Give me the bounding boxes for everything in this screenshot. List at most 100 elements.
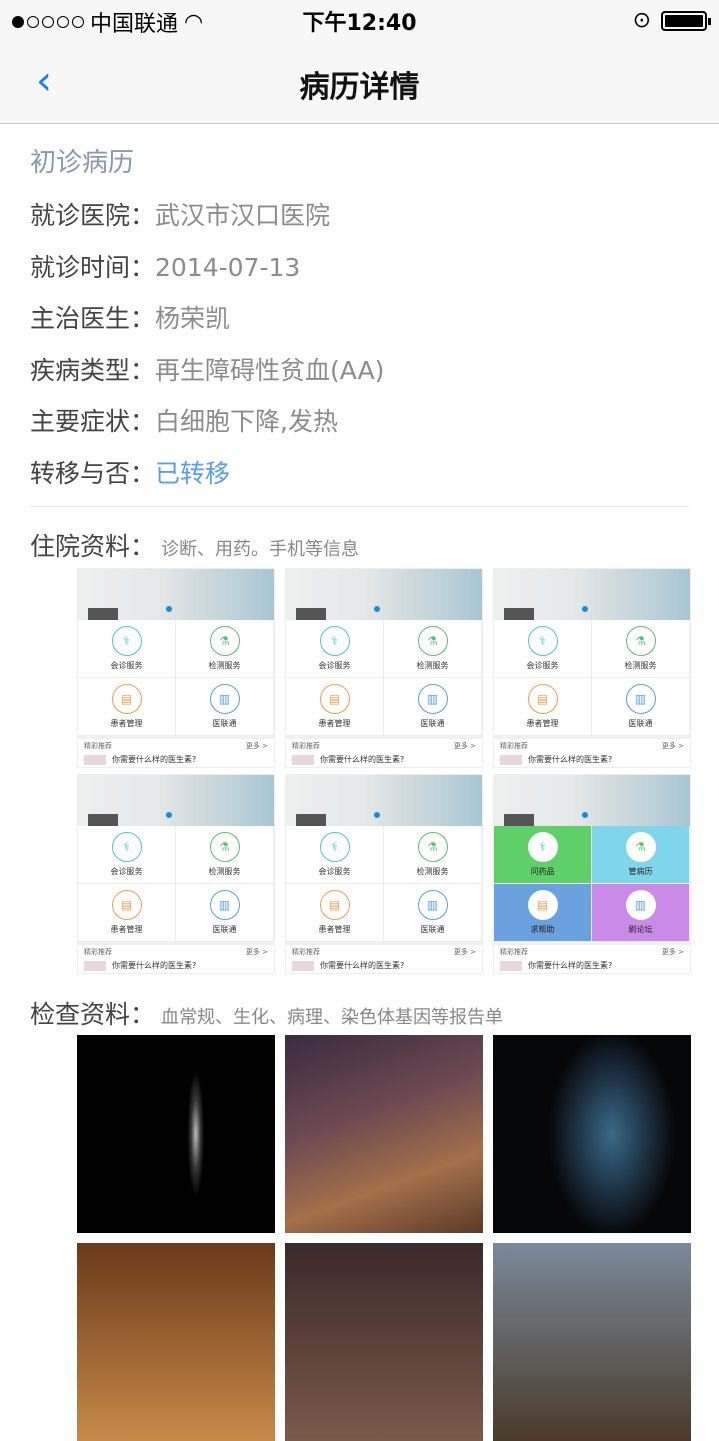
- rec-title: 精彩推荐: [292, 742, 320, 750]
- exam-image[interactable]: [285, 1035, 483, 1233]
- tile-label: 检测服务: [416, 661, 449, 670]
- hospital-image[interactable]: ⚕ 问药品 ⚗ 管病历 ▤ 求帮助 ▥ 刷论坛 精彩推荐 更多 > 你需要什么样的医生素?: [493, 774, 691, 974]
- divider: [30, 506, 689, 507]
- thumb-tile: ▥ 医联通: [176, 884, 274, 942]
- field-label: 主要症状：: [30, 407, 156, 436]
- exam-image[interactable]: [77, 1243, 275, 1441]
- tile-label: 患者管理: [110, 925, 143, 934]
- tile-label: 会诊服务: [318, 867, 351, 876]
- thumb-tile: ▥ 医联通: [176, 678, 274, 736]
- rec-question: 你需要什么样的医生素?: [112, 755, 197, 764]
- tile-label: 患者管理: [526, 719, 559, 728]
- exam-hint: 血常规、生化、病理、染色体基因等报告单: [161, 1007, 504, 1028]
- page-title: 病历详情: [299, 70, 420, 105]
- record-field: 疾病类型：再生障碍性贫血(AA): [30, 351, 384, 387]
- tile-icon: ⚗: [209, 626, 240, 656]
- rotation-lock-icon: ⊙: [632, 8, 651, 33]
- tile-icon: ▤: [527, 890, 558, 920]
- rec-title: 精彩推荐: [84, 948, 112, 956]
- tile-icon: ⚗: [209, 832, 240, 862]
- thumb-tile: ▤ 患者管理: [78, 884, 176, 942]
- tile-icon: ▥: [209, 890, 240, 920]
- rec-question: 你需要什么样的医生素?: [528, 755, 613, 764]
- thumb-tile: ⚕ 会诊服务: [494, 620, 592, 678]
- tile-label: 医联通: [420, 925, 445, 934]
- tile-label: 检测服务: [624, 661, 657, 670]
- field-label: 就诊时间：: [30, 252, 156, 282]
- thumb-tile: ⚕ 会诊服务: [286, 620, 384, 678]
- field-value: 杨荣凯: [155, 304, 231, 333]
- thumb-banner: [78, 775, 274, 826]
- tile-label: 医联通: [628, 719, 653, 728]
- tile-label: 会诊服务: [526, 661, 559, 670]
- rec-thumb: [500, 960, 522, 971]
- tile-label: 会诊服务: [110, 867, 143, 876]
- tile-icon: ⚕: [319, 626, 350, 656]
- tile-label: 医联通: [212, 925, 237, 934]
- clock: 下午12:40: [302, 11, 417, 36]
- tile-icon: ⚕: [111, 832, 142, 862]
- exam-image[interactable]: [77, 1035, 275, 1233]
- tile-label: 患者管理: [318, 925, 351, 934]
- tile-icon: ▥: [625, 684, 656, 714]
- rec-more: 更多 >: [453, 742, 476, 750]
- tile-label: 管病历: [628, 867, 653, 876]
- tile-label: 医联通: [420, 719, 445, 728]
- hospital-image[interactable]: ⚕ 会诊服务 ⚗ 检测服务 ▤ 患者管理 ▥ 医联通精彩推荐 更多 > 你需要什么样的医生素?: [493, 568, 691, 768]
- record-field: 主治医生：杨荣凯: [30, 299, 230, 335]
- rec-more: 更多 >: [661, 948, 684, 956]
- field-value[interactable]: 已转移: [155, 459, 230, 488]
- rec-more: 更多 >: [245, 948, 268, 956]
- thumb-tile: ⚕ 会诊服务: [286, 826, 384, 884]
- hospital-image[interactable]: ⚕ 会诊服务 ⚗ 检测服务 ▤ 患者管理 ▥ 医联通 精彩推荐 更多 > 你需要什么样的医生素?: [285, 568, 483, 768]
- rec-title: 精彩推荐: [292, 948, 320, 956]
- field-value: 白细胞下降,发热: [155, 407, 338, 436]
- hospital-image[interactable]: ⚕ 会诊服务 ⚗ 检测服务 ▤ 患者管理 ▥ 医联通 精彩推荐 更多 > 你需要什么样的医生素?: [77, 774, 275, 974]
- hospital-hint: 诊断、用药。手机等信息: [161, 539, 360, 560]
- exam-label: 检查资料： 血常规、生化、病理、染色体基因等报告单: [30, 995, 503, 1031]
- thumb-tile: ▤ 求帮助: [494, 884, 592, 942]
- thumb-banner: [494, 775, 690, 826]
- field-label: 疾病类型：: [30, 355, 156, 385]
- field-value: 再生障碍性贫血(AA): [155, 355, 385, 385]
- tile-icon: ⚗: [625, 832, 656, 862]
- tile-icon: ⚕: [111, 626, 142, 656]
- section-title: 初诊病历: [30, 148, 135, 178]
- tile-icon: ▥: [209, 684, 240, 714]
- exam-image[interactable]: [493, 1243, 691, 1441]
- tile-label: 会诊服务: [110, 661, 143, 670]
- tile-icon: ▥: [417, 684, 448, 714]
- rec-title: 精彩推荐: [500, 948, 528, 956]
- tile-icon: ⚗: [625, 626, 656, 656]
- record-field: 就诊医院：武汉市汉口医院: [30, 196, 330, 232]
- rec-thumb: [500, 754, 522, 765]
- tile-label: 医联通: [212, 719, 237, 728]
- exam-label-text: 检查资料：: [30, 1000, 156, 1029]
- rec-title: 精彩推荐: [84, 742, 112, 750]
- exam-image[interactable]: [285, 1243, 483, 1441]
- field-label: 转移与否：: [30, 458, 156, 488]
- tile-label: 求帮助: [530, 925, 555, 934]
- rec-thumb: [84, 960, 106, 971]
- tile-label: 检测服务: [208, 661, 241, 670]
- thumb-tile: ⚗ 管病历: [592, 826, 690, 884]
- tile-icon: ▥: [417, 890, 448, 920]
- tile-label: 检测服务: [416, 867, 449, 876]
- thumb-tile: ▤ 患者管理: [78, 678, 176, 736]
- rec-title: 精彩推荐: [500, 742, 528, 750]
- tile-icon: ▤: [527, 684, 558, 714]
- rec-more: 更多 >: [661, 742, 684, 750]
- tile-label: 患者管理: [110, 719, 143, 728]
- tile-icon: ⚕: [527, 626, 558, 656]
- hospital-image[interactable]: ⚕ 会诊服务 ⚗ 检测服务 ▤ 患者管理 ▥ 医联通 精彩推荐 更多 > 你需要什么样的医生素?: [77, 568, 275, 768]
- field-value: 2014-07-13: [155, 252, 301, 282]
- exam-image[interactable]: [493, 1035, 691, 1233]
- thumb-banner: [286, 569, 482, 620]
- tile-icon: ▥: [625, 890, 656, 920]
- hospital-image[interactable]: ⚕ 会诊服务 ⚗ 检测服务 ▤ 患者管理 ▥ 医联通 精彩推荐 更多 > 你需要什么样的医生素?: [285, 774, 483, 974]
- tile-icon: ⚗: [417, 832, 448, 862]
- hospital-label: 住院资料： 诊断、用药。手机等信息: [30, 527, 359, 563]
- thumb-banner: [78, 569, 274, 620]
- thumb-tile: ▥ 刷论坛: [592, 884, 690, 942]
- tile-icon: ▤: [111, 890, 142, 920]
